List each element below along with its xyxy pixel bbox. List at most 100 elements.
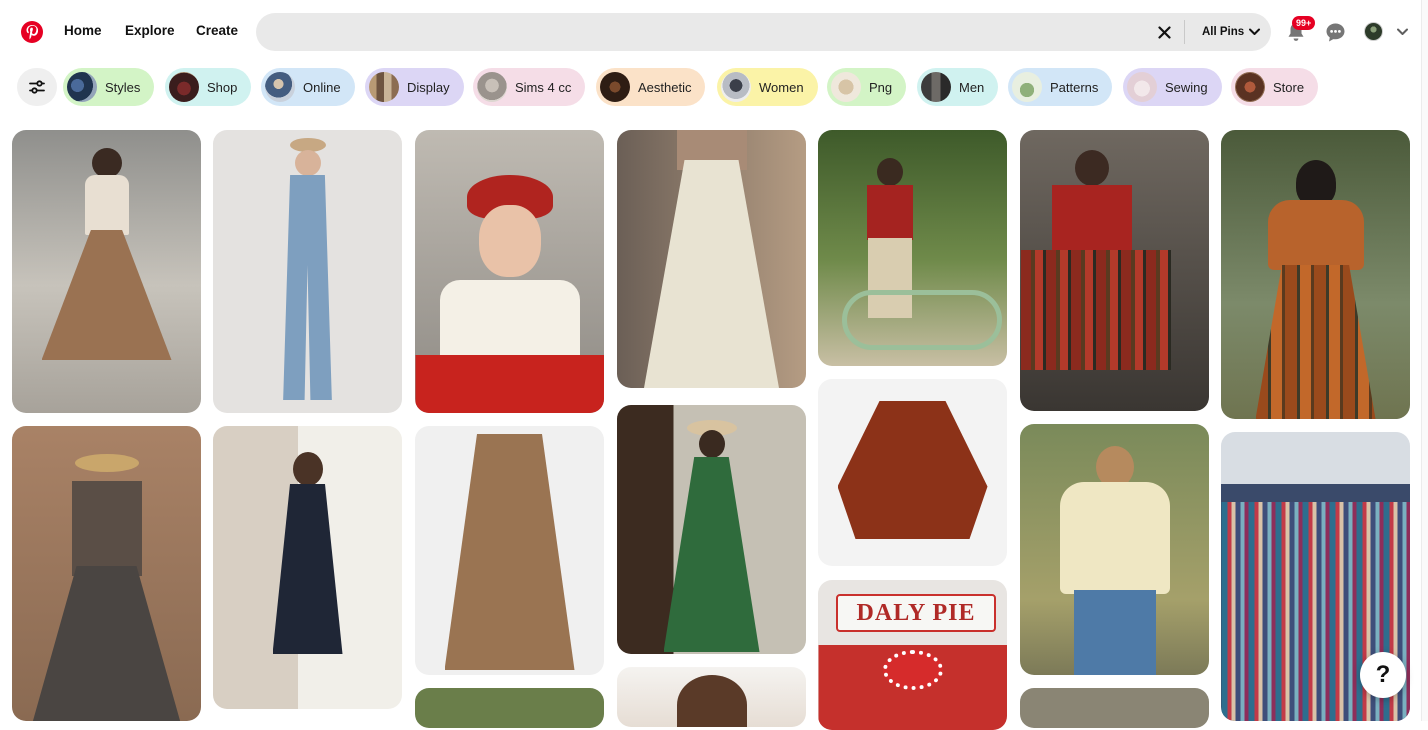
pinterest-logo-icon[interactable] <box>21 21 43 43</box>
chip-thumbnail <box>369 72 399 102</box>
chip-thumbnail <box>1012 72 1042 102</box>
pin-image-figure <box>1020 250 1171 370</box>
chip-thumbnail <box>1127 72 1157 102</box>
pin-card[interactable] <box>818 130 1007 366</box>
pin-image-figure <box>292 452 323 486</box>
chip-thumbnail <box>721 72 751 102</box>
pin-image-figure <box>663 457 760 652</box>
pin-card[interactable] <box>1020 424 1209 675</box>
chip-patterns[interactable]: Patterns <box>1008 68 1113 106</box>
pin-image-figure <box>272 484 343 654</box>
pin-image-figure <box>294 150 321 176</box>
pin-card[interactable] <box>1020 130 1209 411</box>
chip-aesthetic[interactable]: Aesthetic <box>596 68 706 106</box>
chip-label: Store <box>1273 79 1305 95</box>
chip-label: Aesthetic <box>638 79 692 95</box>
chip-label: Display <box>407 79 450 95</box>
pin-scope-dropdown[interactable]: All Pins <box>1202 13 1261 51</box>
pin-card[interactable] <box>617 405 806 654</box>
nav-create[interactable]: Create <box>196 23 238 38</box>
pin-image-figure <box>478 205 541 277</box>
pin-image-figure <box>876 158 903 186</box>
chip-shop[interactable]: Shop <box>165 68 252 106</box>
profile-avatar[interactable] <box>1364 22 1383 41</box>
chip-sewing[interactable]: Sewing <box>1123 68 1222 106</box>
chip-thumbnail <box>67 72 97 102</box>
chip-online[interactable]: Online <box>261 68 355 106</box>
pin-card[interactable] <box>415 426 604 675</box>
notification-count-badge: 99+ <box>1292 16 1316 30</box>
pin-image-figure <box>91 148 122 178</box>
chip-label: Men <box>959 79 985 95</box>
pin-image-figure <box>415 355 604 413</box>
search-divider <box>1184 20 1185 44</box>
pin-image-figure <box>31 566 182 721</box>
chip-png[interactable]: Png <box>827 68 907 106</box>
daly-pie-sign: DALY PIE <box>836 594 996 632</box>
chip-styles[interactable]: Styles <box>63 68 155 106</box>
pin-image-figure <box>84 175 129 235</box>
pin-image-figure <box>1059 482 1170 594</box>
filter-button[interactable] <box>17 68 57 106</box>
chip-thumbnail <box>477 72 507 102</box>
pin-card[interactable] <box>818 379 1007 566</box>
top-bar: Home Explore Create All Pins 99+ <box>0 0 1428 64</box>
pin-card[interactable] <box>213 426 402 709</box>
pin-image-figure <box>841 290 1002 350</box>
pin-card[interactable] <box>617 667 806 727</box>
pin-image-figure <box>1074 150 1109 186</box>
pin-card[interactable]: DALY PIE <box>818 580 1007 730</box>
pin-image-figure <box>1051 185 1132 255</box>
chip-thumbnail <box>921 72 951 102</box>
pin-image-figure <box>698 430 725 458</box>
help-button[interactable]: ? <box>1360 652 1406 698</box>
pin-image-figure <box>283 175 332 400</box>
nav-explore[interactable]: Explore <box>125 23 175 38</box>
pin-card[interactable] <box>1221 130 1410 419</box>
chat-bubble-icon <box>1326 23 1344 41</box>
chip-thumbnail <box>600 72 630 102</box>
chip-display[interactable]: Display <box>365 68 464 106</box>
chip-men[interactable]: Men <box>917 68 999 106</box>
chip-thumbnail <box>169 72 199 102</box>
pin-card[interactable] <box>1020 688 1209 728</box>
pin-card[interactable] <box>415 130 604 413</box>
chip-label: Patterns <box>1050 79 1099 95</box>
pin-image-figure <box>866 185 913 240</box>
pin-scope-label: All Pins <box>1202 26 1245 38</box>
pin-image-figure <box>882 650 943 690</box>
pin-image-figure <box>1267 200 1364 270</box>
pinterest-p-icon <box>26 24 38 39</box>
pin-image-figure <box>837 401 988 539</box>
chevron-down-icon <box>1396 28 1408 35</box>
pin-card[interactable] <box>617 130 806 388</box>
chip-label: Sims 4 cc <box>515 79 572 95</box>
pin-image-figure <box>1255 265 1376 419</box>
pin-image-figure <box>439 280 580 360</box>
pin-image-figure <box>74 454 139 472</box>
nav-home[interactable]: Home <box>64 23 102 38</box>
pin-card[interactable] <box>12 130 201 413</box>
clear-search-button[interactable] <box>1155 23 1173 41</box>
pin-image-figure <box>41 230 172 360</box>
chip-thumbnail <box>265 72 295 102</box>
account-menu-button[interactable] <box>1395 26 1409 38</box>
messages-button[interactable] <box>1324 21 1346 43</box>
page-scrollbar[interactable] <box>1421 0 1428 721</box>
pin-image-figure <box>676 675 747 727</box>
pin-card[interactable] <box>12 426 201 721</box>
chevron-down-icon <box>1249 28 1261 35</box>
chip-label: Png <box>869 79 893 95</box>
search-bar: All Pins <box>256 13 1271 51</box>
chip-store[interactable]: Store <box>1231 68 1319 106</box>
pin-image-figure <box>444 434 575 670</box>
close-icon <box>1157 25 1171 39</box>
chip-sims-4-cc[interactable]: Sims 4 cc <box>473 68 586 106</box>
pin-card[interactable] <box>213 130 402 413</box>
pin-image-figure <box>71 481 142 576</box>
chip-thumbnail <box>831 72 861 102</box>
chip-thumbnail <box>1235 72 1265 102</box>
search-input[interactable] <box>272 13 1152 51</box>
pin-card[interactable] <box>415 688 604 728</box>
chip-women[interactable]: Women <box>717 68 818 106</box>
